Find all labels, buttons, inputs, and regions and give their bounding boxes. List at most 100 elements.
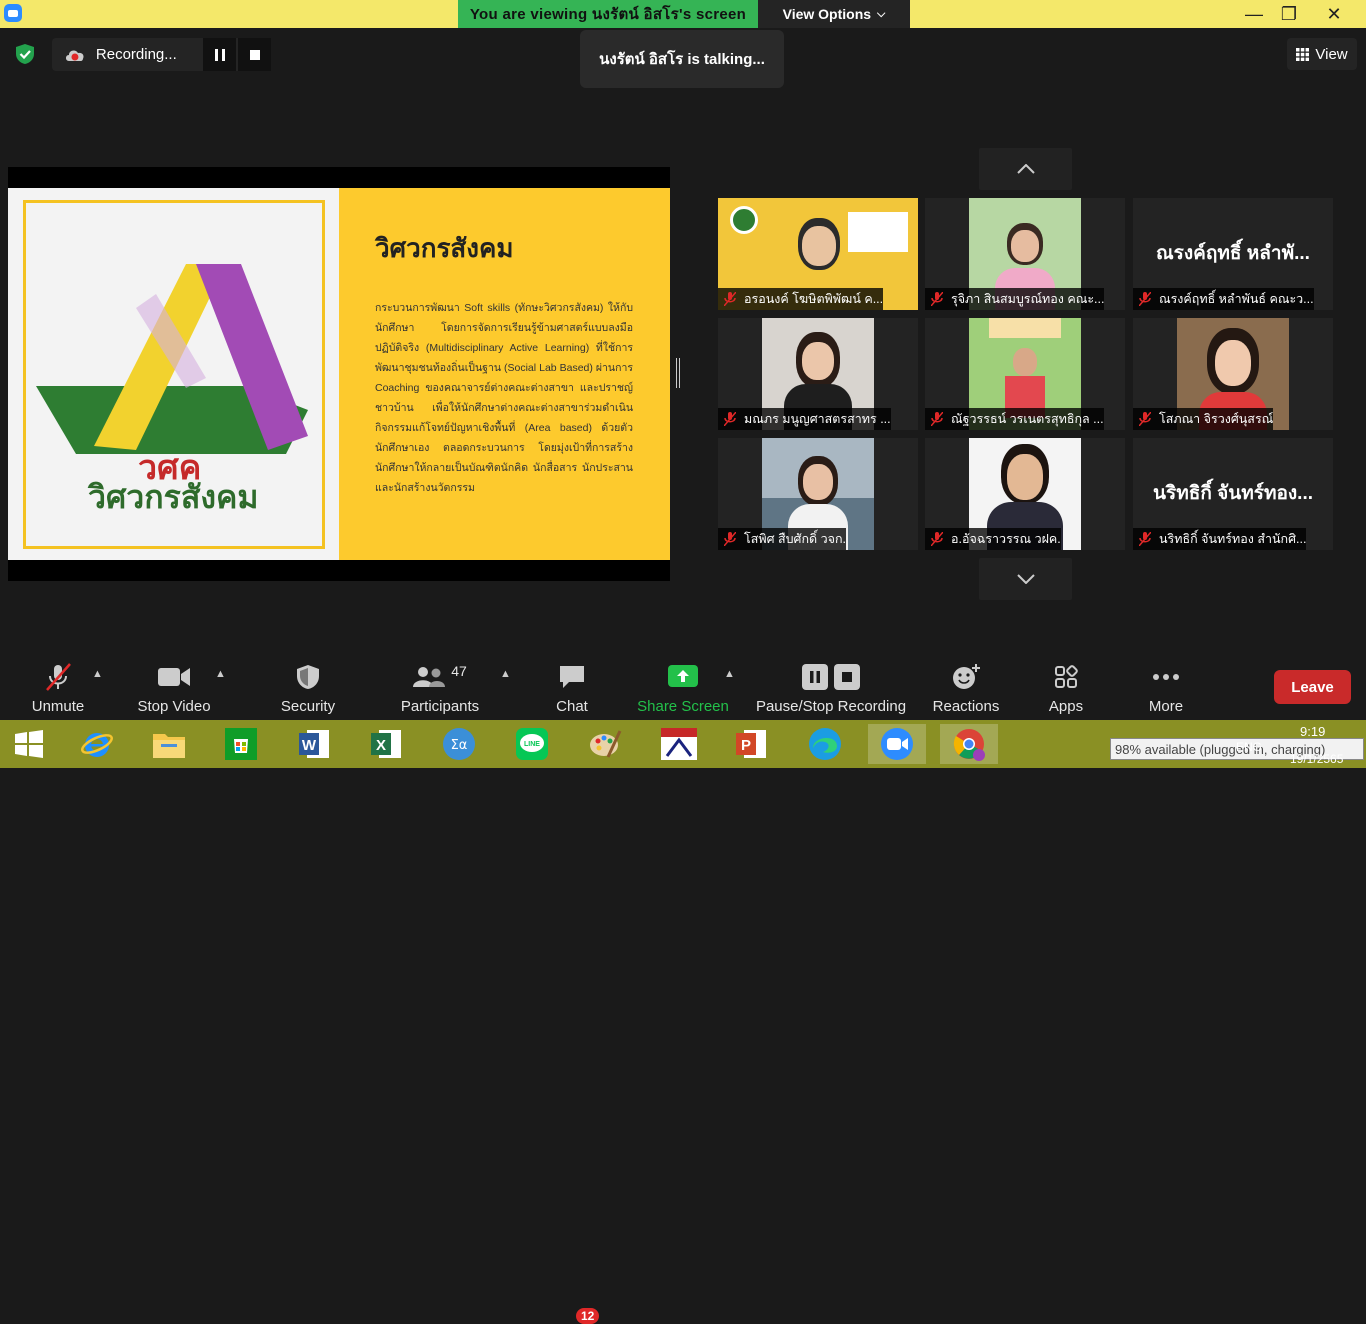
start-windows-icon[interactable] <box>0 724 58 764</box>
apps-button[interactable]: Apps <box>1036 660 1096 715</box>
pause-recording-icon <box>802 664 828 690</box>
input-language[interactable]: ENG <box>1236 740 1262 754</box>
microsoft-edge-icon[interactable] <box>796 724 854 764</box>
participant-tile[interactable]: ณรงค์ฤทธิ์ หลำพั... ณรงค์ฤทธิ์ หลำพันธ์ … <box>1133 198 1333 310</box>
muted-mic-icon <box>724 532 736 546</box>
unmute-button[interactable]: Unmute <box>22 660 94 715</box>
minimize-icon[interactable]: — <box>1240 2 1268 26</box>
audio-options-caret-icon[interactable]: ▲ <box>92 668 103 680</box>
svg-text:X: X <box>376 737 386 754</box>
participant-name-bar: มณภร มนูญศาสตรสาทร ... <box>718 408 891 430</box>
chrome-icon[interactable] <box>940 724 998 764</box>
muted-mic-icon <box>931 292 943 306</box>
participant-tile[interactable]: อ.อัจฉราวรรณ วฝค. <box>925 438 1125 550</box>
muted-mic-icon <box>724 412 736 426</box>
zoom-app-icon[interactable] <box>868 724 926 764</box>
recording-label: Recording... <box>95 46 177 63</box>
share-options-caret-icon[interactable]: ▲ <box>724 668 735 680</box>
participant-name-bar: อรอนงค์ โฆษิตพิพัฒน์ ค... <box>718 288 884 310</box>
system-clock[interactable]: 9:19 <box>1300 724 1325 739</box>
participant-display-name: ณรงค์ฤทธิ์ หลำพั... <box>1156 243 1310 264</box>
participant-name-bar: อ.อัจฉราวรรณ วฝค. <box>925 528 1061 550</box>
microsoft-word-icon[interactable]: W <box>285 724 343 764</box>
participants-button[interactable]: 47 Participants <box>396 660 484 715</box>
participant-display-name: นริทธิกิ์ จันทร์ทอง... <box>1153 483 1313 504</box>
encryption-shield-icon[interactable] <box>14 43 36 65</box>
unmute-label: Unmute <box>31 698 85 715</box>
participant-tile[interactable]: โสภณา จิรวงศ์นุสรณ์ <box>1133 318 1333 430</box>
video-camera-icon <box>158 668 190 686</box>
stop-video-label: Stop Video <box>137 698 211 715</box>
chevron-down-icon: ⌵ <box>877 7 886 20</box>
stop-recording-icon <box>834 664 860 690</box>
file-explorer-icon[interactable] <box>140 724 198 764</box>
participant-name-bar: รุจิภา สินสมบูรณ์ทอง คณะ... <box>925 288 1105 310</box>
slide: วศค วิศวกรสังคม วิศวกรสังคม กระบวนการพัฒ… <box>8 188 670 560</box>
chevron-up-icon <box>1016 164 1035 174</box>
microsoft-store-icon[interactable] <box>212 724 270 764</box>
reactions-button[interactable]: Reactions <box>926 660 1006 715</box>
microsoft-powerpoint-icon[interactable]: P <box>722 724 780 764</box>
title-bar: You are viewing นงรัตน์ อิสโร's screen V… <box>0 0 1366 28</box>
participant-tile[interactable]: โสพิศ สืบศักดิ์ วจก. <box>718 438 918 550</box>
reactions-label: Reactions <box>932 698 1000 715</box>
active-speaker-notice: นงรัตน์ อิสโร is talking... <box>580 30 784 88</box>
gallery-prev-button[interactable] <box>979 148 1072 190</box>
reactions-smiley-icon <box>953 664 980 689</box>
math-input-icon[interactable]: Σα <box>430 724 488 764</box>
stop-recording-button[interactable] <box>238 38 271 71</box>
svg-text:P: P <box>741 737 751 754</box>
line-app-icon[interactable]: LINE <box>503 724 561 764</box>
social-engineer-logo-icon <box>36 264 308 454</box>
pause-stop-recording-label: Pause/Stop Recording <box>755 698 907 715</box>
participant-tile[interactable]: มณภร มนูญศาสตรสาทร ... <box>718 318 918 430</box>
participant-tile[interactable]: ณัฐวรรธน์ วรเนตรสุทธิกุล ... <box>925 318 1125 430</box>
chat-unread-badge: 12 <box>576 1308 600 1324</box>
leave-meeting-button[interactable]: Leave <box>1274 670 1351 704</box>
participant-name: ณัฐวรรธน์ วรเนตรสุทธิกุล ... <box>951 412 1104 426</box>
participant-name: ณรงค์ฤทธิ์ หลำพันธ์ คณะว... <box>1159 292 1314 306</box>
microsoft-excel-icon[interactable]: X <box>357 724 415 764</box>
slide-logo-panel: วศค วิศวกรสังคม <box>8 188 339 560</box>
pause-recording-button[interactable] <box>203 38 237 71</box>
security-button[interactable]: Security <box>272 660 344 715</box>
more-button[interactable]: More <box>1136 660 1196 715</box>
zoom-logo-icon <box>4 4 22 22</box>
apps-icon <box>1055 665 1078 688</box>
lisrel-icon[interactable] <box>650 724 708 764</box>
muted-mic-icon <box>1139 412 1151 426</box>
internet-explorer-icon[interactable] <box>68 724 126 764</box>
participant-name-bar: โสภณา จิรวงศ์นุสรณ์ <box>1133 408 1274 430</box>
more-dots-icon <box>1153 674 1179 680</box>
gallery-next-button[interactable] <box>979 558 1072 600</box>
view-options-button[interactable]: View Options ⌵ <box>758 0 910 28</box>
video-options-caret-icon[interactable]: ▲ <box>215 668 226 680</box>
participant-tile[interactable]: รุจิภา สินสมบูรณ์ทอง คณะ... <box>925 198 1125 310</box>
muted-mic-icon <box>1139 292 1151 306</box>
paint-palette-icon[interactable] <box>576 724 634 764</box>
stop-video-button[interactable]: Stop Video <box>134 660 214 715</box>
participants-label: Participants <box>400 698 480 715</box>
participant-name: อรอนงค์ โฆษิตพิพัฒน์ ค... <box>744 292 884 306</box>
maximize-icon[interactable]: ❐ <box>1275 2 1303 26</box>
muted-mic-icon <box>931 412 943 426</box>
participant-name: โสพิศ สืบศักดิ์ วจก. <box>744 532 847 546</box>
participants-options-caret-icon[interactable]: ▲ <box>500 668 511 680</box>
participant-tile[interactable]: นริทธิกิ์ จันทร์ทอง... นริทธิกิ์ จันทร์ท… <box>1133 438 1333 550</box>
shared-screen: วศค วิศวกรสังคม วิศวกรสังคม กระบวนการพัฒ… <box>8 167 670 581</box>
share-screen-button[interactable]: Share Screen <box>634 660 732 715</box>
recording-indicator: Recording... <box>52 38 271 71</box>
view-layout-button[interactable]: View <box>1287 38 1357 70</box>
cloud-record-icon <box>65 50 84 61</box>
panel-splitter-handle[interactable] <box>676 358 680 388</box>
security-label: Security <box>280 698 336 715</box>
pause-stop-recording-button[interactable]: Pause/Stop Recording <box>752 660 910 715</box>
participant-tile[interactable]: อรอนงค์ โฆษิตพิพัฒน์ ค... <box>718 198 918 310</box>
chat-button[interactable]: Chat <box>540 660 604 715</box>
viewing-banner: You are viewing นงรัตน์ อิสโร's screen <box>458 0 758 28</box>
chat-label: Chat <box>556 698 588 715</box>
muted-microphone-icon <box>46 663 71 691</box>
close-icon[interactable]: ✕ <box>1320 2 1348 26</box>
participant-name-bar: นริทธิกิ์ จันทร์ทอง สำนักศิ... <box>1133 528 1307 550</box>
slide-body: กระบวนการพัฒนา Soft skills (ทักษะวิศวกรส… <box>375 302 633 494</box>
